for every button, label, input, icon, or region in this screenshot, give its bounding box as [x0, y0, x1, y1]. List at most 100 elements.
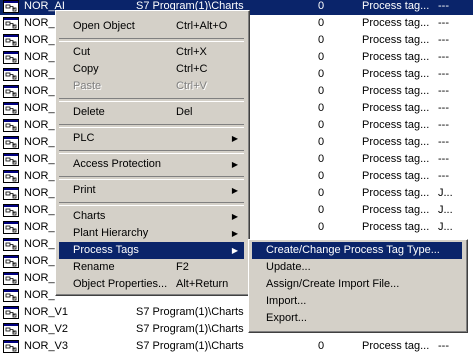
row-extra: J... [438, 187, 453, 199]
row-type: Process tag... [362, 136, 430, 148]
menu-item-label: Update... [266, 261, 311, 273]
list-row[interactable]: NOR_V3 S7 Program(1)\Charts 0 Process tag..… [0, 338, 473, 355]
row-extra: --- [438, 136, 449, 148]
menu-item-label: PLC [73, 132, 95, 144]
row-size: 0 [318, 204, 325, 216]
menu-separator [59, 150, 244, 154]
chart-file-icon [3, 136, 19, 149]
row-name: NOR_ [24, 255, 55, 267]
menu-item-label: Export... [266, 312, 307, 324]
chart-file-icon [3, 51, 19, 64]
menu-item-plant-hierarchy[interactable]: Plant Hierarchy ▶ [59, 225, 244, 242]
row-path: S7 Program(1)\Charts [136, 340, 244, 352]
menu-item-plc[interactable]: PLC ▶ [59, 130, 244, 147]
menu-item-label: Paste [73, 80, 102, 92]
row-type: Process tag... [362, 17, 430, 29]
chart-file-icon [3, 221, 19, 234]
menu-item-label: Print [73, 184, 96, 196]
chart-file-icon [3, 187, 19, 200]
row-path: S7 Program(1)\Charts [136, 306, 244, 318]
menu-item-access-protection[interactable]: Access Protection ▶ [59, 156, 244, 173]
menu-item-shortcut: Alt+Return [176, 278, 229, 290]
chart-file-icon [3, 102, 19, 115]
submenu-item-export[interactable]: Export... [252, 310, 462, 327]
row-name: NOR_ [24, 102, 55, 114]
row-name: NOR_ [24, 170, 55, 182]
menu-item-paste[interactable]: Paste Ctrl+V [59, 78, 244, 95]
row-name: NOR_ [24, 272, 55, 284]
context-menu: Open Object Ctrl+Alt+O Cut Ctrl+X Copy Ctrl+C… [55, 10, 250, 296]
submenu-item-update[interactable]: Update... [252, 259, 462, 276]
row-extra: --- [438, 119, 449, 131]
chart-file-icon [3, 119, 19, 132]
row-extra: --- [438, 170, 449, 182]
menu-item-label: Open Object [73, 20, 135, 32]
menu-item-label: Object Properties... [73, 278, 168, 290]
row-name: NOR_V3 [24, 340, 69, 352]
row-type: Process tag... [362, 102, 430, 114]
menu-item-cut[interactable]: Cut Ctrl+X [59, 44, 244, 61]
menu-item-label: Access Protection [73, 158, 162, 170]
row-type: Process tag... [362, 51, 430, 63]
menu-item-shortcut: Ctrl+Alt+O [176, 20, 228, 32]
menu-item-shortcut: Ctrl+C [176, 63, 208, 75]
submenu-item-create-change-process-tag-type[interactable]: Create/Change Process Tag Type... [252, 242, 462, 259]
row-name: NOR_ [24, 119, 55, 131]
row-name: NOR_ [24, 34, 55, 46]
menu-item-label: Assign/Create Import File... [266, 278, 400, 290]
row-extra: --- [438, 34, 449, 46]
menu-item-delete[interactable]: Delete Del [59, 104, 244, 121]
menu-item-open-object[interactable]: Open Object Ctrl+Alt+O [59, 18, 244, 35]
row-size: 0 [318, 51, 325, 63]
menu-item-shortcut: Del [176, 106, 193, 118]
submenu-arrow-icon: ▶ [231, 160, 238, 169]
chart-file-icon [3, 34, 19, 47]
row-type: Process tag... [362, 34, 430, 46]
submenu-arrow-icon: ▶ [231, 212, 238, 221]
submenu-arrow-icon: ▶ [231, 229, 238, 238]
chart-file-icon [3, 204, 19, 217]
row-extra: --- [438, 0, 449, 12]
row-name: NOR_ [24, 85, 55, 97]
row-extra: J... [438, 221, 453, 233]
row-name: NOR_ [24, 289, 55, 301]
submenu-arrow-icon: ▶ [231, 186, 238, 195]
row-size: 0 [318, 34, 325, 46]
row-extra: --- [438, 153, 449, 165]
row-type: Process tag... [362, 170, 430, 182]
menu-item-rename[interactable]: Rename F2 [59, 259, 244, 276]
menu-item-object-properties[interactable]: Object Properties... Alt+Return [59, 276, 244, 293]
menu-item-process-tags[interactable]: Process Tags ▶ [59, 242, 244, 259]
menu-item-label: Delete [73, 106, 105, 118]
submenu-item-import[interactable]: Import... [252, 293, 462, 310]
row-extra: --- [438, 68, 449, 80]
row-type: Process tag... [362, 221, 430, 233]
chart-file-icon [3, 0, 19, 13]
row-name: NOR_ [24, 187, 55, 199]
row-size: 0 [318, 153, 325, 165]
row-size: 0 [318, 17, 325, 29]
menu-separator [59, 176, 244, 180]
menu-item-label: Charts [73, 210, 106, 222]
menu-item-copy[interactable]: Copy Ctrl+C [59, 61, 244, 78]
row-extra: --- [438, 102, 449, 114]
row-name: NOR_ [24, 136, 55, 148]
row-size: 0 [318, 102, 325, 114]
row-name: NOR_ [24, 153, 55, 165]
menu-item-charts[interactable]: Charts ▶ [59, 208, 244, 225]
chart-file-icon [3, 289, 19, 302]
chart-file-icon [3, 306, 19, 319]
row-type: Process tag... [362, 204, 430, 216]
row-name: NOR_ [24, 204, 55, 216]
row-size: 0 [318, 340, 325, 352]
menu-item-print[interactable]: Print ▶ [59, 182, 244, 199]
submenu-item-assign-create-import-file[interactable]: Assign/Create Import File... [252, 276, 462, 293]
menu-item-shortcut: Ctrl+V [176, 80, 207, 92]
row-name: NOR_ [24, 221, 55, 233]
row-type: Process tag... [362, 85, 430, 97]
row-path: S7 Program(1)\Charts [136, 323, 244, 335]
submenu-arrow-icon: ▶ [231, 134, 238, 143]
chart-file-icon [3, 17, 19, 30]
row-name: NOR_ [24, 68, 55, 80]
row-name: NOR_ [24, 51, 55, 63]
